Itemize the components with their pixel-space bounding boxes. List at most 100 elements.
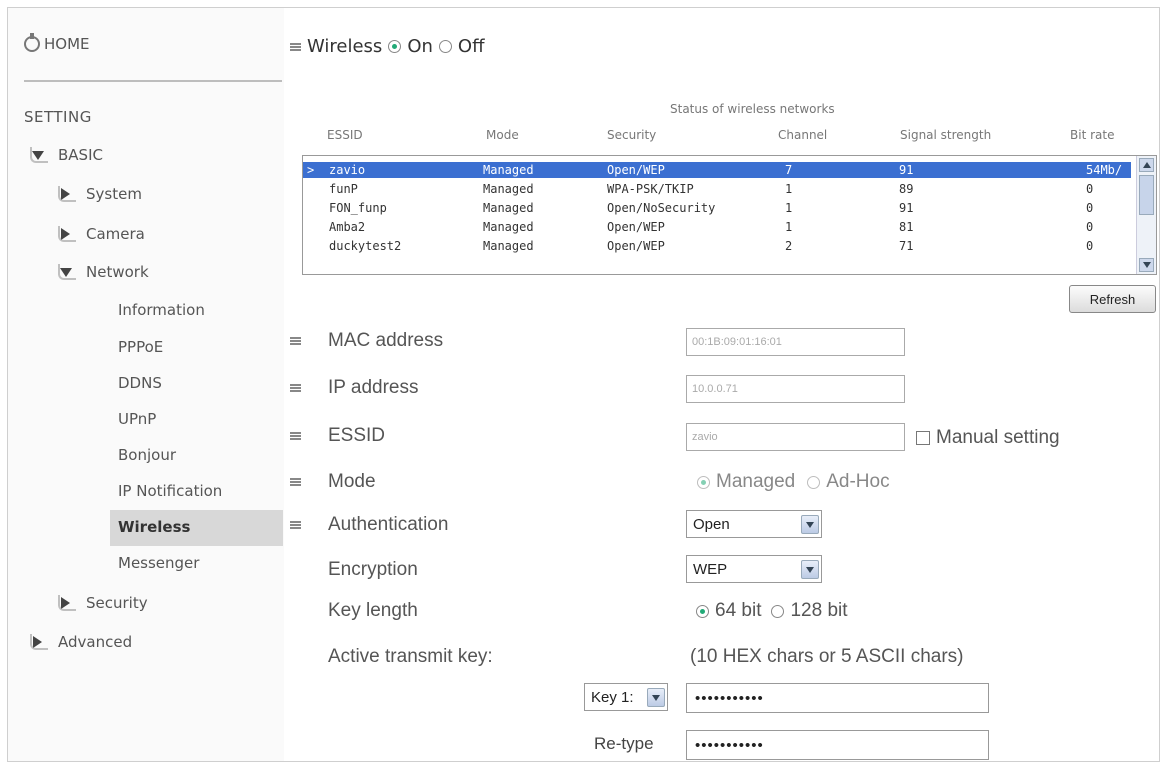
sidebar-item-ddns[interactable]: DDNS: [118, 374, 162, 392]
expand-down-icon: [30, 147, 48, 163]
bullet-icon: [290, 384, 301, 392]
mode-managed-radio[interactable]: [697, 475, 710, 489]
wireless-label: Wireless: [307, 36, 383, 57]
ip-address-label: IP address: [328, 377, 419, 398]
active-key-label: Active transmit key:: [328, 646, 493, 667]
chevron-down-icon: [647, 688, 665, 707]
encryption-select[interactable]: WEP: [686, 555, 822, 583]
networks-caption: Status of wireless networks: [670, 102, 835, 116]
cell-essid: Amba2: [329, 220, 366, 234]
retype-field[interactable]: •••••••••••: [686, 730, 989, 760]
chevron-down-icon: [801, 515, 819, 534]
active-key-hint: (10 HEX chars or 5 ASCII chars): [690, 646, 964, 667]
column-header-essid: ESSID: [327, 128, 363, 142]
table-row[interactable]: funP Managed WPA-PSK/TKIP 1 89 0: [303, 181, 1131, 197]
manual-setting-checkbox[interactable]: [916, 431, 930, 445]
setting-heading: SETTING: [24, 108, 92, 126]
wireless-off-radio[interactable]: [438, 40, 452, 53]
cell-signal: 91: [899, 163, 914, 177]
sidebar-item-ip-notification[interactable]: IP Notification: [118, 482, 222, 500]
wireless-on-label: On: [407, 36, 433, 57]
sidebar-item-upnp[interactable]: UPnP: [118, 410, 156, 428]
key-length-options: 64 bit 128 bit: [696, 600, 848, 622]
cell-mode: Managed: [483, 163, 534, 177]
column-header-mode: Mode: [486, 128, 519, 142]
sidebar-item-security[interactable]: Security: [58, 594, 148, 612]
sidebar-item-information[interactable]: Information: [118, 301, 205, 319]
sidebar-item-messenger[interactable]: Messenger: [118, 554, 199, 572]
key-index-select[interactable]: Key 1:: [584, 683, 668, 711]
sidebar-divider: [24, 80, 282, 82]
cell-essid: funP: [329, 182, 358, 196]
sidebar-item-basic[interactable]: BASIC: [30, 146, 103, 164]
mode-managed-label: Managed: [716, 471, 796, 492]
sidebar-item-camera[interactable]: Camera: [58, 225, 145, 243]
key-64bit-label: 64 bit: [715, 600, 762, 621]
sidebar-item-system[interactable]: System: [58, 185, 142, 203]
home-label: HOME: [44, 35, 90, 53]
manual-setting-label: Manual setting: [936, 427, 1060, 448]
sidebar-item-label: BASIC: [58, 146, 103, 164]
cell-mode: Managed: [483, 201, 534, 215]
network-list-scrollbar[interactable]: [1136, 156, 1156, 274]
mac-address-field: 00:1B:09:01:16:01: [686, 328, 905, 356]
table-row[interactable]: > zavio Managed Open/WEP 7 91 54Mb/: [303, 162, 1131, 178]
cell-security: Open/WEP: [607, 239, 665, 253]
cell-security: Open/WEP: [607, 163, 665, 177]
scroll-down-icon[interactable]: [1139, 258, 1154, 272]
cell-signal: 71: [899, 239, 914, 253]
sidebar-item-label: Camera: [86, 225, 145, 243]
wireless-off-label: Off: [457, 36, 485, 57]
key-128bit-radio[interactable]: [771, 604, 785, 618]
encryption-label: Encryption: [328, 559, 418, 580]
sidebar-item-pppoe[interactable]: PPPoE: [118, 338, 163, 356]
sidebar-item-network[interactable]: Network: [58, 263, 149, 281]
cell-channel: 1: [785, 201, 793, 215]
manual-setting[interactable]: Manual setting: [916, 427, 1060, 449]
cell-channel: 2: [785, 239, 793, 253]
cell-essid: FON_funp: [329, 201, 387, 215]
wireless-on-radio[interactable]: [388, 40, 402, 53]
bullet-icon: [290, 337, 301, 345]
bullet-icon: [290, 478, 301, 486]
retype-label: Re-type: [594, 734, 654, 753]
sidebar-item-bonjour[interactable]: Bonjour: [118, 446, 176, 464]
cell-signal: 81: [899, 220, 914, 234]
key-128bit-label: 128 bit: [790, 600, 848, 621]
cell-security: Open/NoSecurity: [607, 201, 716, 215]
essid-field[interactable]: zavio: [686, 423, 905, 451]
sidebar-item-advanced[interactable]: Advanced: [30, 633, 132, 651]
scroll-up-icon[interactable]: [1139, 158, 1154, 172]
mode-adhoc-radio[interactable]: [807, 475, 821, 489]
cell-security: WPA-PSK/TKIP: [607, 182, 694, 196]
refresh-button[interactable]: Refresh: [1069, 285, 1156, 313]
table-row[interactable]: Amba2 Managed Open/WEP 1 81 0: [303, 219, 1131, 235]
wireless-toggle: Wireless On Off: [290, 36, 484, 57]
cell-essid: zavio: [329, 163, 366, 177]
cell-security: Open/WEP: [607, 220, 665, 234]
table-row[interactable]: duckytest2 Managed Open/WEP 2 71 0: [303, 238, 1131, 254]
key-field[interactable]: •••••••••••: [686, 683, 989, 713]
sidebar-item-label: Advanced: [58, 633, 133, 651]
encryption-value: WEP: [693, 561, 728, 578]
power-icon: [24, 33, 40, 52]
cell-bitrate: 0: [1086, 201, 1094, 215]
column-header-signal: Signal strength: [900, 128, 992, 142]
key-length-label: Key length: [328, 600, 418, 621]
bullet-icon: [290, 42, 301, 51]
cell-bitrate: 54Mb/: [1086, 163, 1123, 177]
home-link[interactable]: HOME: [24, 33, 90, 53]
bullet-icon: [290, 521, 301, 529]
cell-channel: 1: [785, 220, 793, 234]
authentication-select[interactable]: Open: [686, 510, 822, 538]
table-row[interactable]: FON_funp Managed Open/NoSecurity 1 91 0: [303, 200, 1131, 216]
mode-adhoc-label: Ad-Hoc: [826, 471, 890, 492]
sidebar-item-label: System: [86, 185, 142, 203]
scroll-thumb[interactable]: [1139, 175, 1154, 215]
sidebar-item-wireless[interactable]: Wireless: [110, 510, 283, 546]
expand-right-icon: [58, 226, 76, 242]
expand-right-icon: [58, 186, 76, 202]
network-list[interactable]: > zavio Managed Open/WEP 7 91 54Mb/funP Managed…: [302, 155, 1157, 275]
column-header-channel: Channel: [778, 128, 828, 142]
key-64bit-radio[interactable]: [696, 604, 709, 618]
